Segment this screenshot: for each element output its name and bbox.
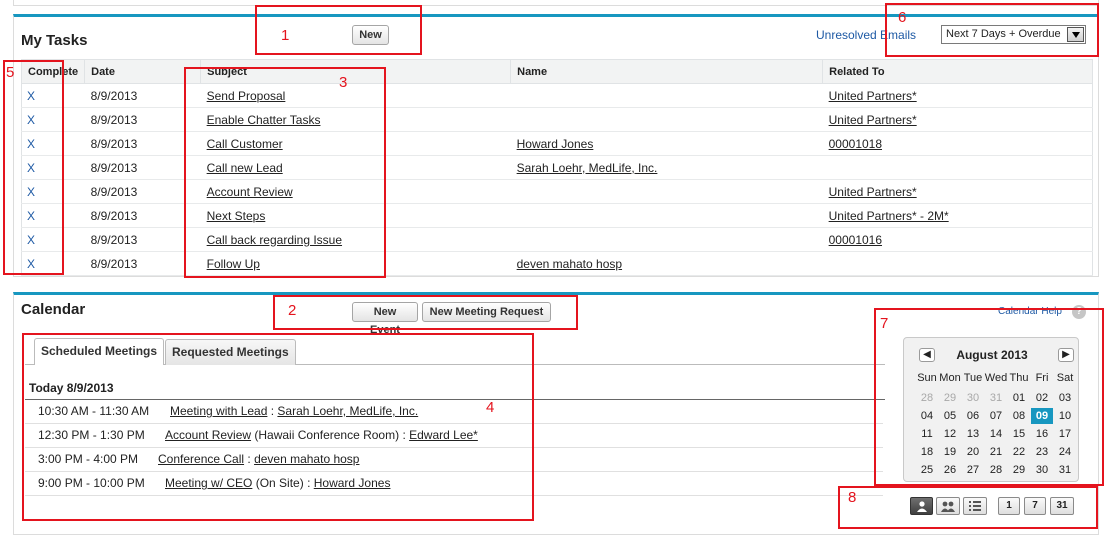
annotation-box-8 bbox=[838, 486, 1098, 529]
task-name-link[interactable]: Sarah Loehr, MedLife, Inc. bbox=[517, 161, 658, 175]
table-row: X 8/9/2013 Next Steps United Partners* -… bbox=[21, 203, 1093, 228]
table-row: X 8/9/2013 Follow Up deven mahato hosp bbox=[21, 251, 1093, 276]
task-related-link[interactable]: United Partners* bbox=[829, 185, 917, 199]
task-name-link[interactable]: deven mahato hosp bbox=[517, 257, 622, 271]
task-related-link[interactable]: 00001016 bbox=[829, 233, 882, 247]
annotation-number-4: 4 bbox=[486, 399, 495, 416]
my-tasks-title: My Tasks bbox=[21, 32, 88, 49]
table-row: X 8/9/2013 Enable Chatter Tasks United P… bbox=[21, 107, 1093, 132]
table-row: X 8/9/2013 Call new Lead Sarah Loehr, Me… bbox=[21, 155, 1093, 180]
annotation-number-7: 7 bbox=[880, 315, 889, 332]
annotation-number-3: 3 bbox=[339, 74, 348, 91]
task-related-link[interactable]: 00001018 bbox=[829, 137, 882, 151]
annotation-box-5 bbox=[3, 60, 64, 275]
calendar-title: Calendar bbox=[21, 301, 86, 318]
table-row: X 8/9/2013 Send Proposal United Partners… bbox=[21, 83, 1093, 108]
task-related-link[interactable]: United Partners* bbox=[829, 89, 917, 103]
annotation-box-7 bbox=[874, 308, 1104, 486]
col-related-to[interactable]: Related To bbox=[822, 59, 1093, 84]
table-row: X 8/9/2013 Account Review United Partner… bbox=[21, 179, 1093, 204]
tasks-header-row: Complete Date Subject Name Related To bbox=[21, 59, 1093, 84]
task-related-link[interactable]: United Partners* - 2M* bbox=[829, 209, 949, 223]
annotation-number-5: 5 bbox=[6, 64, 15, 81]
table-row: X 8/9/2013 Call Customer Howard Jones 00… bbox=[21, 131, 1093, 156]
annotation-box-2 bbox=[273, 295, 578, 330]
annotation-number-1: 1 bbox=[281, 27, 290, 44]
annotation-box-4 bbox=[22, 333, 534, 521]
tasks-table: Complete Date Subject Name Related To X … bbox=[21, 59, 1093, 276]
task-related-link[interactable]: United Partners* bbox=[829, 113, 917, 127]
annotation-box-6 bbox=[885, 3, 1099, 57]
annotation-number-6: 6 bbox=[898, 9, 907, 26]
task-name-link[interactable]: Howard Jones bbox=[517, 137, 594, 151]
annotation-box-3 bbox=[184, 67, 386, 278]
annotation-number-2: 2 bbox=[288, 302, 297, 319]
col-name[interactable]: Name bbox=[510, 59, 823, 84]
table-row: X 8/9/2013 Call back regarding Issue 000… bbox=[21, 227, 1093, 252]
annotation-number-8: 8 bbox=[848, 489, 857, 506]
